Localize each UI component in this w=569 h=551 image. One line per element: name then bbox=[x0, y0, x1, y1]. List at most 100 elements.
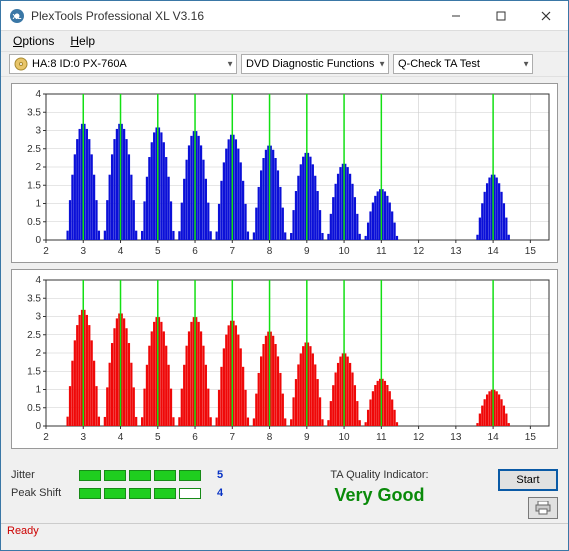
quality-value: Very Good bbox=[271, 485, 488, 506]
action-buttons: Start bbox=[498, 469, 558, 519]
svg-text:10: 10 bbox=[339, 246, 351, 257]
meter-segment bbox=[154, 488, 176, 499]
function-combo-text: DVD Diagnostic Functions bbox=[246, 58, 374, 70]
quality-label: TA Quality Indicator: bbox=[271, 469, 488, 481]
device-combo-text: HA:8 ID:0 PX-760A bbox=[32, 58, 127, 70]
meters: Jitter 5 Peak Shift 4 bbox=[11, 469, 261, 505]
chart-top: 00.511.522.533.5423456789101112131415 bbox=[11, 83, 558, 263]
svg-text:3.5: 3.5 bbox=[27, 107, 41, 118]
menubar: Options Help bbox=[1, 31, 568, 51]
svg-text:1: 1 bbox=[35, 199, 41, 210]
peak-bars bbox=[79, 488, 201, 499]
start-button-label: Start bbox=[516, 474, 539, 486]
close-icon bbox=[541, 11, 551, 21]
svg-text:12: 12 bbox=[413, 432, 425, 443]
test-combo-text: Q-Check TA Test bbox=[398, 58, 480, 70]
svg-text:2.5: 2.5 bbox=[27, 144, 41, 155]
svg-text:3: 3 bbox=[80, 246, 86, 257]
svg-text:3: 3 bbox=[35, 126, 41, 137]
svg-text:3.5: 3.5 bbox=[27, 293, 41, 304]
svg-text:9: 9 bbox=[304, 246, 310, 257]
svg-text:2: 2 bbox=[43, 432, 49, 443]
svg-text:8: 8 bbox=[267, 432, 273, 443]
svg-text:14: 14 bbox=[488, 432, 500, 443]
meter-segment bbox=[129, 470, 151, 481]
quality-indicator: TA Quality Indicator: Very Good bbox=[261, 469, 498, 506]
svg-text:1.5: 1.5 bbox=[27, 180, 41, 191]
close-button[interactable] bbox=[523, 1, 568, 30]
svg-text:4: 4 bbox=[35, 89, 41, 100]
meter-segment bbox=[79, 488, 101, 499]
svg-text:2: 2 bbox=[35, 348, 41, 359]
svg-text:3: 3 bbox=[35, 312, 41, 323]
svg-text:5: 5 bbox=[155, 246, 161, 257]
svg-text:2.5: 2.5 bbox=[27, 330, 41, 341]
jitter-bars bbox=[79, 470, 201, 481]
svg-text:9: 9 bbox=[304, 432, 310, 443]
start-button[interactable]: Start bbox=[498, 469, 558, 491]
meter-segment bbox=[79, 470, 101, 481]
maximize-icon bbox=[496, 11, 506, 21]
svg-text:5: 5 bbox=[155, 432, 161, 443]
maximize-button[interactable] bbox=[478, 1, 523, 30]
jitter-value: 5 bbox=[217, 469, 223, 481]
svg-text:0.5: 0.5 bbox=[27, 403, 41, 414]
chevron-down-icon: ▼ bbox=[522, 60, 530, 69]
svg-text:1.5: 1.5 bbox=[27, 366, 41, 377]
svg-text:4: 4 bbox=[118, 432, 124, 443]
peak-row: Peak Shift 4 bbox=[11, 487, 261, 499]
disc-icon bbox=[14, 57, 28, 71]
function-combo[interactable]: DVD Diagnostic Functions ▼ bbox=[241, 54, 389, 74]
svg-text:4: 4 bbox=[35, 275, 41, 286]
main-panel: 00.511.522.533.5423456789101112131415 00… bbox=[1, 77, 568, 461]
chevron-down-icon: ▼ bbox=[378, 60, 386, 69]
svg-text:11: 11 bbox=[376, 246, 387, 257]
svg-text:14: 14 bbox=[488, 246, 500, 257]
status-text: Ready bbox=[7, 525, 39, 537]
meter-segment bbox=[104, 488, 126, 499]
toolbar: HA:8 ID:0 PX-760A ▼ DVD Diagnostic Funct… bbox=[1, 51, 568, 77]
svg-text:1: 1 bbox=[35, 385, 41, 396]
minimize-icon bbox=[451, 11, 461, 21]
svg-text:15: 15 bbox=[525, 246, 537, 257]
svg-text:3: 3 bbox=[80, 432, 86, 443]
svg-text:0.5: 0.5 bbox=[27, 217, 41, 228]
app-icon: XL bbox=[9, 8, 25, 24]
printer-icon bbox=[535, 501, 551, 515]
meter-segment bbox=[154, 470, 176, 481]
meter-segment bbox=[179, 488, 201, 499]
svg-text:6: 6 bbox=[192, 432, 198, 443]
window-title: PlexTools Professional XL V3.16 bbox=[31, 9, 433, 23]
svg-text:15: 15 bbox=[525, 432, 537, 443]
svg-text:4: 4 bbox=[118, 246, 124, 257]
svg-text:13: 13 bbox=[450, 432, 462, 443]
svg-text:0: 0 bbox=[35, 421, 41, 432]
svg-text:7: 7 bbox=[230, 246, 236, 257]
svg-text:0: 0 bbox=[35, 235, 41, 246]
svg-text:13: 13 bbox=[450, 246, 462, 257]
svg-text:7: 7 bbox=[230, 432, 236, 443]
jitter-label: Jitter bbox=[11, 469, 69, 481]
print-button[interactable] bbox=[528, 497, 558, 519]
menu-options[interactable]: Options bbox=[7, 32, 60, 50]
test-combo[interactable]: Q-Check TA Test ▼ bbox=[393, 54, 533, 74]
svg-text:11: 11 bbox=[376, 432, 387, 443]
meter-segment bbox=[129, 488, 151, 499]
minimize-button[interactable] bbox=[433, 1, 478, 30]
chevron-down-icon: ▼ bbox=[226, 60, 234, 69]
svg-text:12: 12 bbox=[413, 246, 425, 257]
jitter-row: Jitter 5 bbox=[11, 469, 261, 481]
svg-text:2: 2 bbox=[35, 162, 41, 173]
titlebar: XL PlexTools Professional XL V3.16 bbox=[1, 1, 568, 31]
bottom-panel: Jitter 5 Peak Shift 4 TA Quality Indicat… bbox=[1, 461, 568, 523]
peak-label: Peak Shift bbox=[11, 487, 69, 499]
menu-help[interactable]: Help bbox=[64, 32, 101, 50]
svg-text:2: 2 bbox=[43, 246, 49, 257]
device-combo[interactable]: HA:8 ID:0 PX-760A ▼ bbox=[9, 54, 237, 74]
status-bar: Ready bbox=[1, 523, 568, 541]
svg-text:6: 6 bbox=[192, 246, 198, 257]
svg-text:XL: XL bbox=[13, 14, 23, 21]
meter-segment bbox=[179, 470, 201, 481]
chart-bottom: 00.511.522.533.5423456789101112131415 bbox=[11, 269, 558, 449]
peak-value: 4 bbox=[217, 487, 223, 499]
